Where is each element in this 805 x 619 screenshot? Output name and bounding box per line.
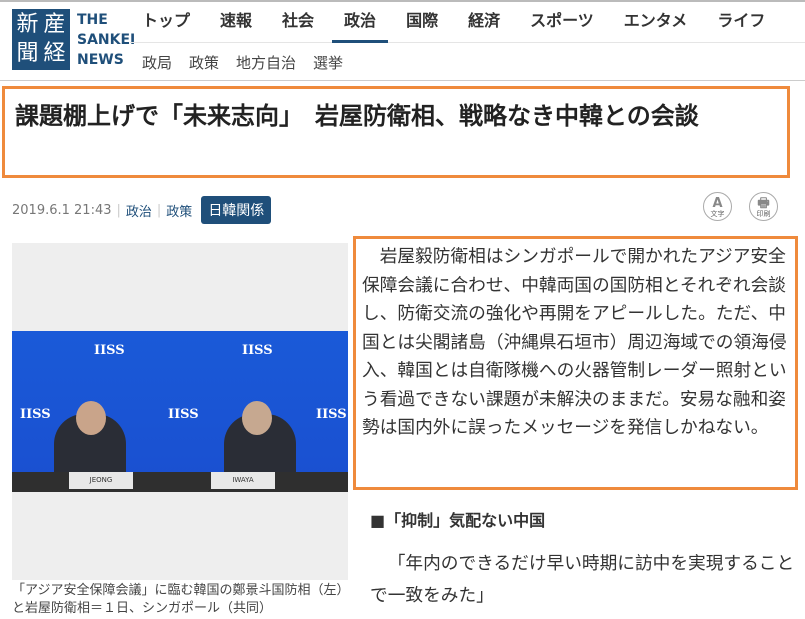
photo-image: IISS IISS IISS IISS IISS JEONG IWAYA: [12, 331, 348, 492]
category-link[interactable]: 政治: [126, 201, 152, 220]
person-head: [76, 401, 106, 435]
print-icon: 🖶: [757, 196, 770, 211]
divider: |: [116, 202, 121, 218]
iiss-logo: IISS: [20, 407, 51, 422]
article-title: 課題棚上げで「未来志向」 岩屋防衛相、戦略なき中韓との会談: [15, 102, 699, 130]
nameplate: IWAYA: [211, 472, 275, 489]
section-subheading: ■「抑制」気配ない中国: [370, 511, 546, 530]
print-label: 印刷: [756, 210, 771, 218]
sub-nav: 政局 政策 地方自治 選挙: [142, 52, 343, 73]
lead-box: 岩屋毅防衛相はシンガポールで開かれたアジア安全保障会議に合わせ、中韓両国の国防相…: [353, 236, 798, 490]
main-nav: トップ 速報 社会 政治 国際 経済 スポーツ エンタメ ライフ: [130, 9, 805, 43]
iiss-logo: IISS: [94, 343, 125, 358]
nav-breaking[interactable]: 速報: [208, 9, 264, 43]
nav-politics[interactable]: 政治: [332, 9, 389, 43]
logo-text: THE: [77, 12, 108, 28]
sankei-logo[interactable]: 新 産 聞 経: [12, 9, 70, 70]
nav-economy[interactable]: 経済: [456, 9, 512, 43]
body-paragraph: 「年内のできるだけ早い時期に訪中を実現することで一致をみた」: [370, 554, 795, 606]
nav-top[interactable]: トップ: [130, 9, 202, 43]
nav-life[interactable]: ライフ: [705, 9, 777, 43]
iiss-logo: IISS: [242, 343, 273, 358]
topic-tag[interactable]: 日韓関係: [201, 196, 272, 224]
nav-society[interactable]: 社会: [270, 9, 326, 43]
text-size-icon: A: [712, 196, 723, 211]
iiss-logo: IISS: [168, 407, 199, 422]
article-photo[interactable]: IISS IISS IISS IISS IISS JEONG IWAYA: [12, 243, 348, 580]
article-date: 2019.6.1 21:43: [12, 202, 112, 218]
divider: |: [156, 202, 162, 218]
site-header: 新 産 聞 経 THE SANKEI NEWS トップ 速報 社会 政治 国際 …: [0, 0, 805, 81]
person-head: [242, 401, 272, 435]
text-size-button[interactable]: A 文字: [703, 192, 732, 221]
logo-char: 新: [16, 12, 39, 37]
logo-english[interactable]: THE SANKEI NEWS: [77, 10, 135, 70]
subnav-item[interactable]: 地方自治: [236, 52, 296, 73]
photo-caption: 「アジア安全保障会議」に臨む韓国の鄭景斗国防相（左）と岩屋防衛相＝１日、シンガポ…: [12, 583, 343, 616]
desk: [12, 472, 348, 492]
iiss-logo: IISS: [316, 407, 347, 422]
text-size-label: 文字: [710, 210, 725, 218]
logo-text: NEWS: [77, 52, 124, 68]
nav-entertainment[interactable]: エンタメ: [612, 9, 700, 43]
nav-sports[interactable]: スポーツ: [518, 9, 606, 43]
nameplate: JEONG: [69, 472, 133, 489]
subnav-item[interactable]: 選挙: [313, 52, 343, 73]
subnav-item[interactable]: 政局: [142, 52, 172, 73]
category-link[interactable]: 政策: [166, 201, 192, 220]
article-meta: 2019.6.1 21:43 | 政治 | 政策 日韓関係: [12, 196, 272, 224]
logo-char: 聞: [16, 40, 39, 66]
logo-char: 産: [43, 12, 66, 37]
headline-box: 課題棚上げで「未来志向」 岩屋防衛相、戦略なき中韓との会談: [2, 86, 790, 178]
nav-world[interactable]: 国際: [394, 9, 450, 43]
logo-char: 経: [43, 40, 66, 66]
print-button[interactable]: 🖶 印刷: [749, 192, 778, 221]
subnav-item[interactable]: 政策: [189, 52, 219, 73]
logo-text: SANKEI: [77, 32, 136, 48]
lead-paragraph: 岩屋毅防衛相はシンガポールで開かれたアジア安全保障会議に合わせ、中韓両国の国防相…: [362, 247, 787, 438]
